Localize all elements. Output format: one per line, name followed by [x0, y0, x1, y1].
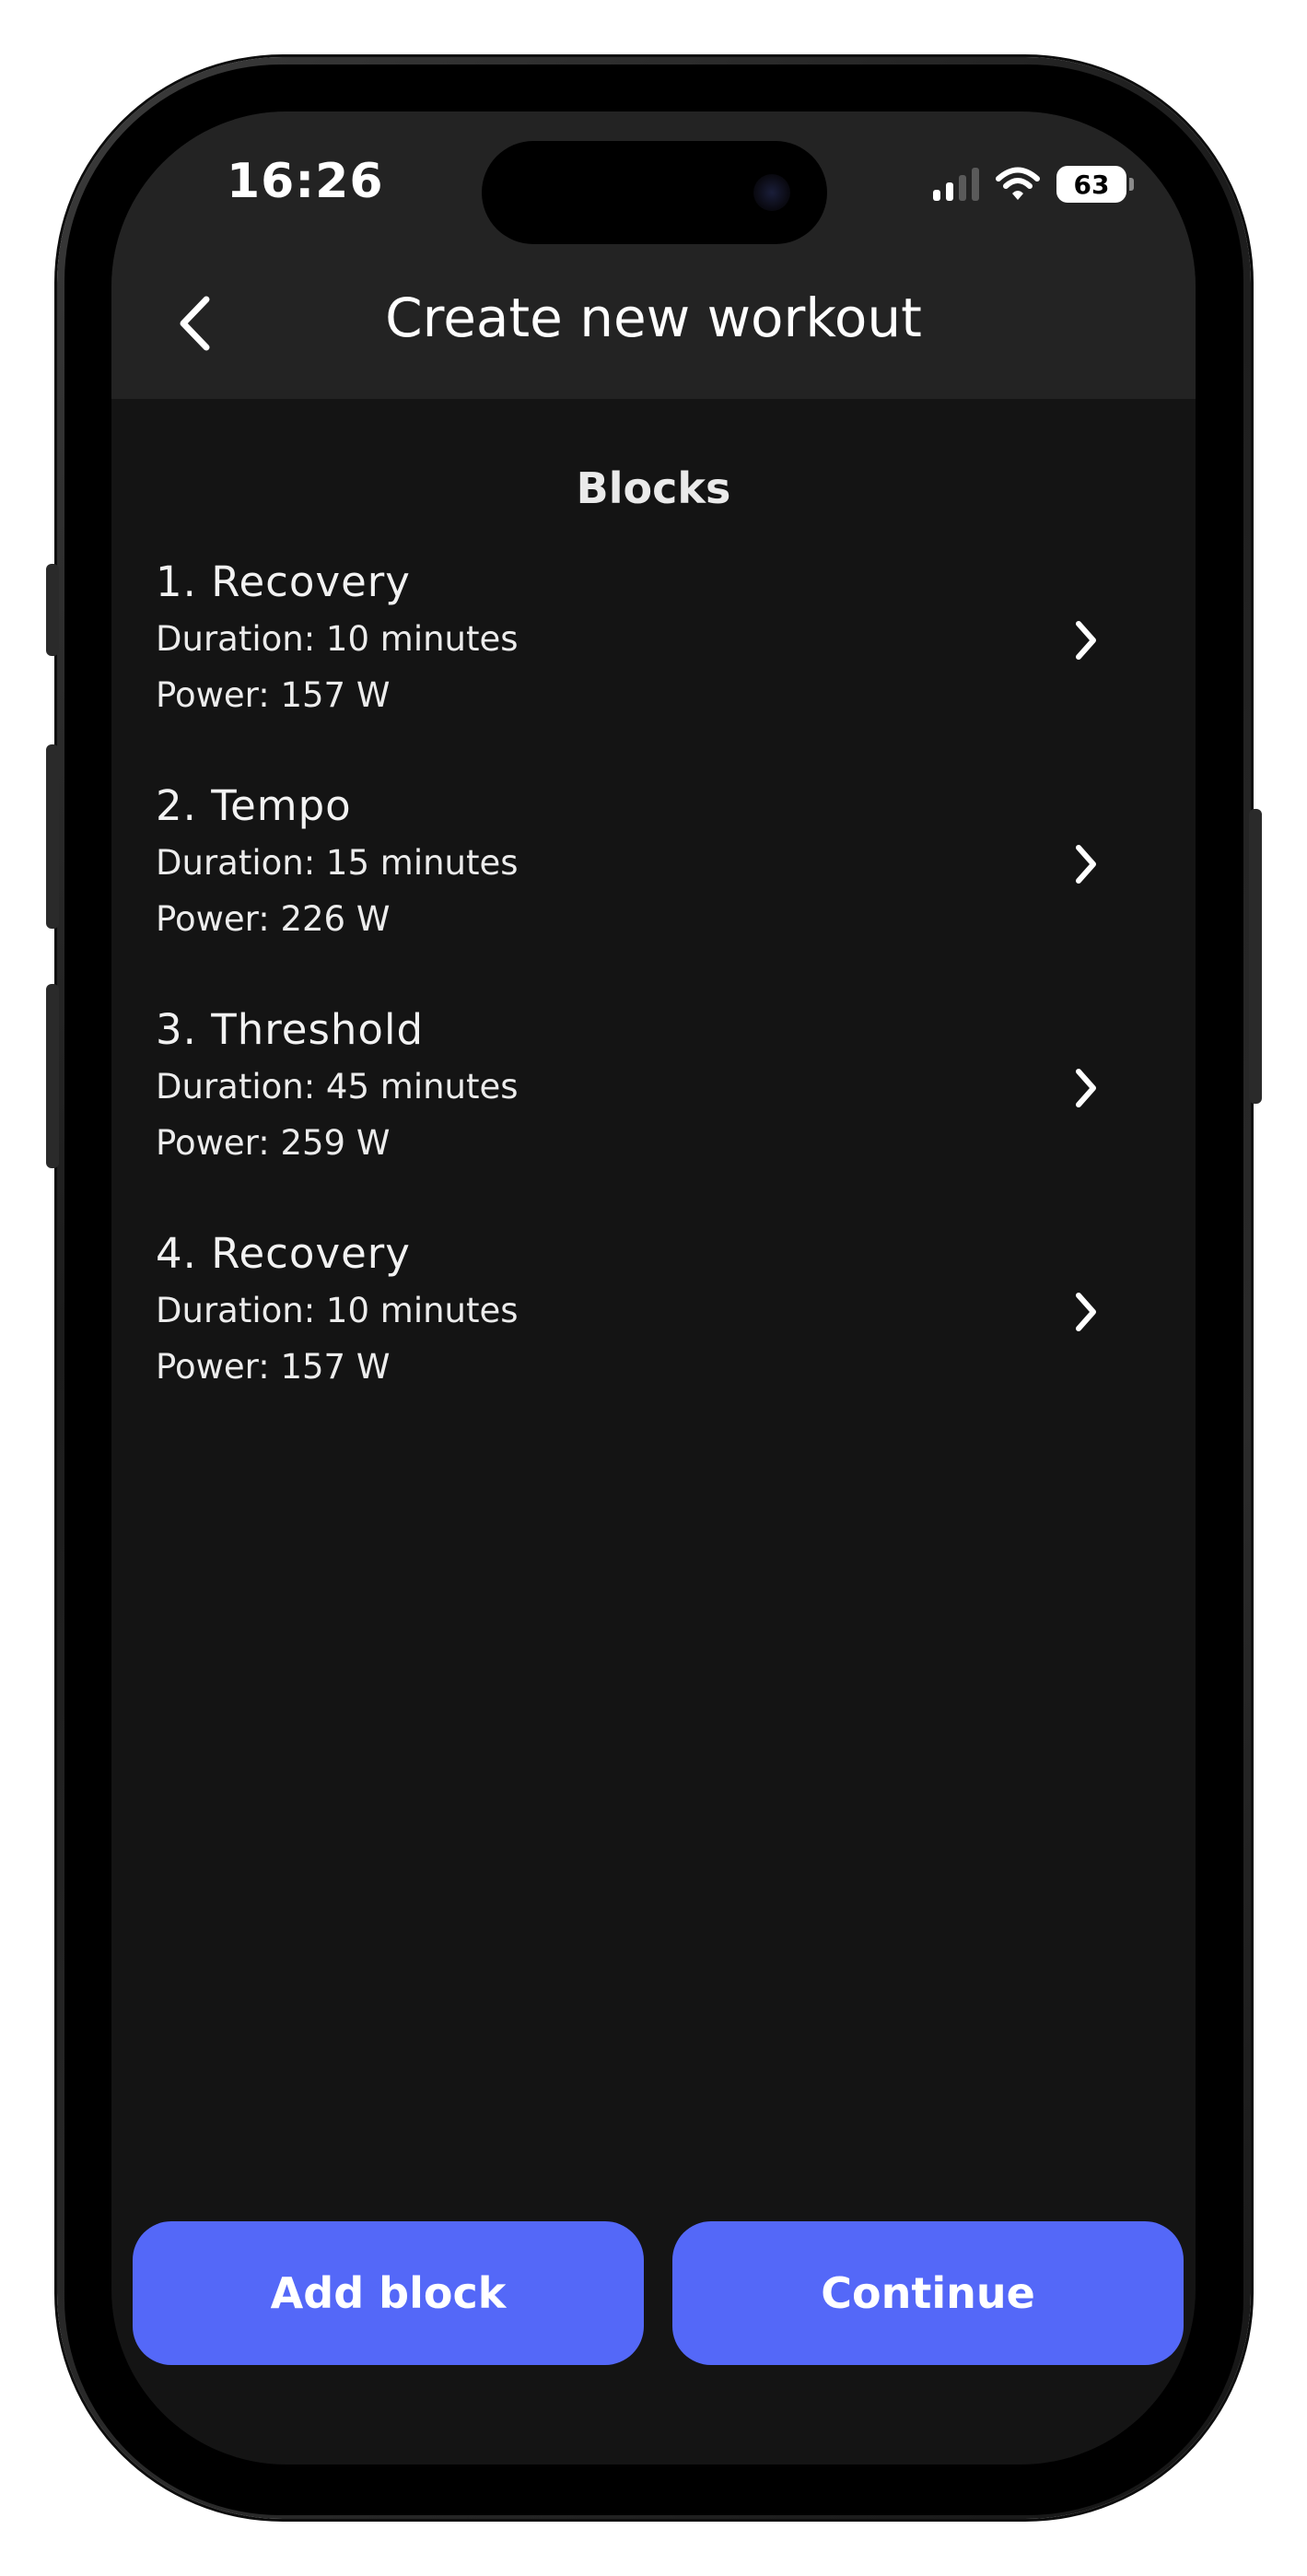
- volume-up-button: [46, 744, 59, 929]
- silent-switch: [46, 564, 59, 656]
- block-duration: Duration: 15 minutes: [156, 843, 519, 883]
- continue-button[interactable]: Continue: [672, 2221, 1184, 2365]
- block-title: 1. Recovery: [156, 557, 411, 606]
- block-duration: Duration: 10 minutes: [156, 619, 519, 659]
- chevron-right-icon: [1076, 845, 1096, 884]
- block-list: 1. Recovery Duration: 10 minutes Power: …: [156, 554, 1150, 1449]
- front-camera-icon: [753, 174, 790, 211]
- screen: 16:26 63 Create new workout Blocks 1. Re…: [111, 111, 1196, 2465]
- chevron-right-icon: [1076, 1069, 1096, 1107]
- status-indicators: 63: [933, 161, 1134, 207]
- block-duration: Duration: 10 minutes: [156, 1291, 519, 1330]
- block-title: 2. Tempo: [156, 781, 352, 830]
- power-button: [1249, 809, 1262, 1104]
- cellular-signal-icon: [933, 168, 979, 201]
- chevron-right-icon: [1076, 621, 1096, 660]
- section-title: Blocks: [576, 463, 731, 513]
- volume-down-button: [46, 984, 59, 1168]
- block-item-3[interactable]: 3. Threshold Duration: 45 minutes Power:…: [156, 1001, 1150, 1225]
- battery-indicator: 63: [1056, 166, 1134, 203]
- block-duration: Duration: 45 minutes: [156, 1067, 519, 1107]
- add-block-button[interactable]: Add block: [133, 2221, 644, 2365]
- block-title: 3. Threshold: [156, 1005, 425, 1054]
- block-power: Power: 157 W: [156, 1347, 391, 1387]
- block-power: Power: 157 W: [156, 675, 391, 715]
- dynamic-island: [482, 141, 827, 244]
- block-power: Power: 259 W: [156, 1123, 391, 1163]
- block-power: Power: 226 W: [156, 899, 391, 939]
- block-title: 4. Recovery: [156, 1229, 411, 1278]
- chevron-right-icon: [1076, 1293, 1096, 1331]
- block-item-4[interactable]: 4. Recovery Duration: 10 minutes Power: …: [156, 1225, 1150, 1449]
- block-item-1[interactable]: 1. Recovery Duration: 10 minutes Power: …: [156, 554, 1150, 778]
- page-title: Create new workout: [385, 287, 922, 349]
- block-item-2[interactable]: 2. Tempo Duration: 15 minutes Power: 226…: [156, 778, 1150, 1001]
- status-time: 16:26: [227, 154, 384, 209]
- wifi-icon: [996, 167, 1040, 200]
